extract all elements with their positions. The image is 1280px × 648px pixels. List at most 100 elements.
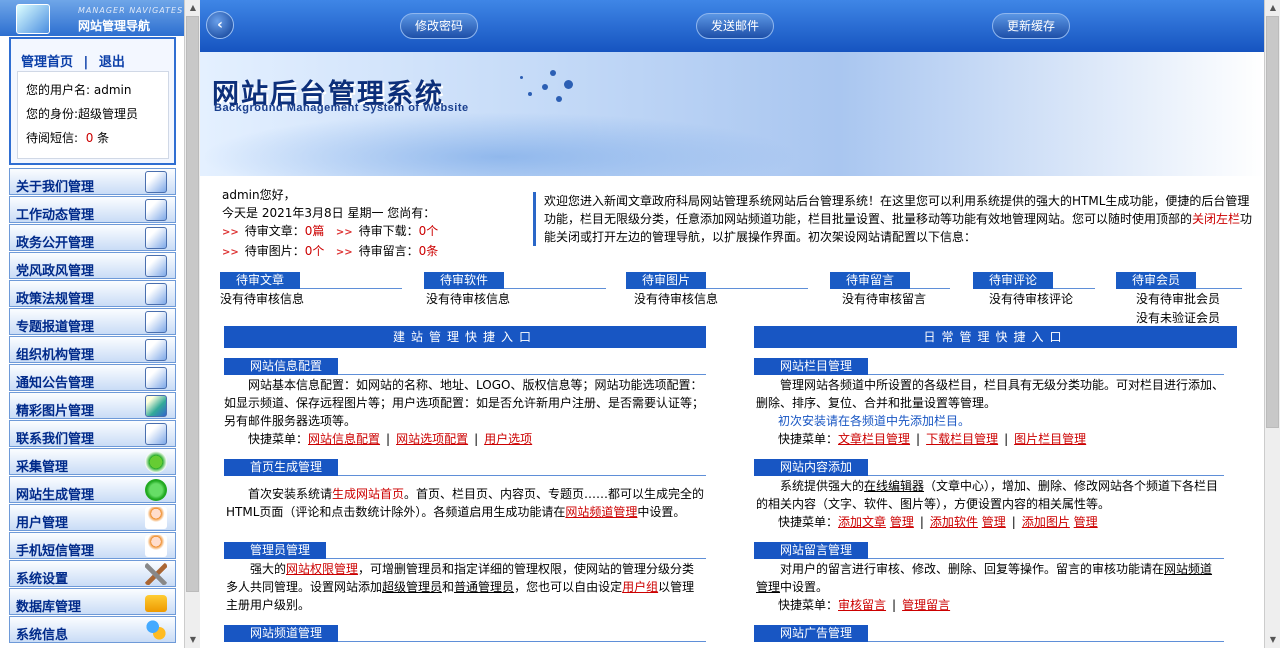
- menu-item-policy[interactable]: 政策法规管理: [9, 280, 176, 307]
- pending-tab: 待审软件: [424, 272, 505, 289]
- menu-item-party-style[interactable]: 党风政风管理: [9, 252, 176, 279]
- logout-link[interactable]: 退出: [99, 55, 125, 70]
- right-scrollbar[interactable]: ▲ ▼: [1264, 0, 1280, 648]
- scroll-down-icon[interactable]: ▼: [1265, 632, 1280, 648]
- change-password-button[interactable]: 修改密码: [400, 13, 478, 39]
- site-info-block: 网站信息配置 网站基本信息配置：如网站的名称、地址、LOGO、版权信息等；网站功…: [224, 358, 706, 448]
- scroll-thumb[interactable]: [186, 16, 199, 592]
- site-shortcuts-header: 建站管理快捷入口: [224, 326, 706, 348]
- left-scrollbar[interactable]: ▲ ▼: [184, 0, 200, 648]
- update-cache-button[interactable]: 更新缓存: [992, 13, 1070, 39]
- block-title: 首页生成管理: [224, 459, 339, 476]
- menu-item-label: 数据库管理: [16, 600, 82, 615]
- arrow-icon: >>: [335, 247, 353, 258]
- pending-text: 没有待审核信息: [426, 292, 511, 306]
- block-title: 网站信息配置: [224, 358, 339, 375]
- add-software-link[interactable]: 添加软件: [930, 515, 978, 529]
- pending-tab: 待审文章: [220, 272, 301, 289]
- menu-item-special[interactable]: 专题报道管理: [9, 308, 176, 335]
- desc-text: 和: [442, 580, 455, 594]
- menu-item-label: 采集管理: [16, 460, 69, 475]
- menu-item-contact[interactable]: 联系我们管理: [9, 420, 176, 447]
- menu-item-settings[interactable]: 系统设置: [9, 560, 176, 587]
- pending-tab: 待审评论: [973, 272, 1054, 289]
- user-options-link[interactable]: 用户选项: [484, 432, 532, 446]
- menu-item-gov-affairs[interactable]: 政务公开管理: [9, 224, 176, 251]
- quick-menu: 快捷菜单：添加文章 管理 | 添加软件 管理 | 添加图片 管理: [778, 515, 1098, 529]
- block-desc: 系统提供强大的在线编辑器（文章中心），增加、删除、修改网站各个频道下各栏目的相关…: [754, 477, 1224, 513]
- banner: 网站后台管理系统 Background Management System of…: [200, 52, 1264, 176]
- gears-icon: [145, 619, 167, 641]
- desc-text: 首次安装系统请: [248, 487, 333, 501]
- desc-text: 强大的: [250, 562, 287, 576]
- site-info-config-link[interactable]: 网站信息配置: [308, 432, 380, 446]
- pending-members: 待审会员 没有待审批会员 没有未验证会员: [1116, 272, 1242, 332]
- pending-text: 没有待审核留言: [842, 292, 927, 306]
- menu-item-users[interactable]: 用户管理: [9, 504, 176, 531]
- quick-menu: 快捷菜单：网站信息配置 | 网站选项配置 | 用户选项: [248, 432, 533, 446]
- block-title: 网站内容添加: [754, 459, 869, 476]
- add-article-link[interactable]: 添加文章: [838, 515, 886, 529]
- block-desc: 对用户的留言进行审核、修改、删除、回复等操作。留言的审核功能请在网站频道管理中设…: [754, 560, 1224, 596]
- pending-tab: 待审留言: [830, 272, 911, 289]
- site-options-link[interactable]: 网站选项配置: [396, 432, 468, 446]
- note-edit-icon: [145, 199, 167, 221]
- scroll-up-icon[interactable]: ▲: [185, 0, 201, 16]
- quick-menu-label: 快捷菜单：: [778, 432, 839, 446]
- menu-item-label: 政策法规管理: [16, 292, 95, 307]
- menu-item-site-gen[interactable]: 网站生成管理: [9, 476, 176, 503]
- menu-item-collect[interactable]: 采集管理: [9, 448, 176, 475]
- today-line: 今天是 2021年3月8日 星期一 您尚有：: [222, 206, 436, 220]
- manage-msg-link[interactable]: 管理留言: [902, 598, 950, 612]
- column-mgmt-block: 网站栏目管理 管理网站各频道中所设置的各级栏目，栏目具有无级分类功能。可对栏目进…: [754, 358, 1224, 448]
- menu-item-sms[interactable]: 手机短信管理: [9, 532, 176, 559]
- pending-value: 0篇: [304, 224, 325, 238]
- close-left-link[interactable]: 关闭左栏: [1192, 212, 1240, 226]
- intro-part1: 欢迎您进入新闻文章政府科局网站管理系统网站后台管理系统！在这里您可以利用系统提供…: [544, 194, 1250, 226]
- user-group-link[interactable]: 用户组: [622, 580, 658, 594]
- home-link[interactable]: 管理首页: [21, 55, 73, 70]
- desc-text: 对用户的留言进行审核、修改、删除、回复等操作。留言的审核功能请在: [780, 562, 1165, 576]
- menu-item-notice[interactable]: 通知公告管理: [9, 364, 176, 391]
- menu-item-label: 手机短信管理: [16, 544, 95, 559]
- manage-article-link[interactable]: 管理: [890, 515, 914, 529]
- note-edit-icon: [145, 171, 167, 193]
- channel-mgmt-link[interactable]: 网站频道管理: [565, 505, 637, 519]
- scroll-thumb[interactable]: [1266, 16, 1279, 428]
- add-picture-link[interactable]: 添加图片: [1022, 515, 1070, 529]
- menu-item-database[interactable]: 数据库管理: [9, 588, 176, 615]
- manage-picture-link[interactable]: 管理: [1074, 515, 1098, 529]
- menu-item-sysinfo[interactable]: 系统信息: [9, 616, 176, 643]
- content-add-block: 网站内容添加 系统提供强大的在线编辑器（文章中心），增加、删除、修改网站各个频道…: [754, 459, 1224, 531]
- banner-subtitle: Background Management System of Website: [214, 102, 469, 114]
- pending-text: 没有待审核评论: [989, 292, 1074, 306]
- menu-item-about[interactable]: 关于我们管理: [9, 168, 176, 195]
- permission-mgmt-link[interactable]: 网站权限管理: [286, 562, 358, 576]
- menu-item-label: 党风政风管理: [16, 264, 95, 279]
- collapse-left-button[interactable]: ‹: [206, 11, 234, 39]
- pending-software: 待审软件 没有待审核信息: [424, 272, 606, 322]
- download-column-link[interactable]: 下载栏目管理: [926, 432, 998, 446]
- article-column-link[interactable]: 文章栏目管理: [838, 432, 910, 446]
- picture-icon: [145, 395, 167, 417]
- gen-home-link[interactable]: 生成网站首页: [332, 487, 404, 501]
- note-edit-icon: [145, 227, 167, 249]
- scroll-up-icon[interactable]: ▲: [1265, 0, 1280, 16]
- pending-label: 待审文章：: [244, 224, 305, 238]
- menu-item-pictures[interactable]: 精彩图片管理: [9, 392, 176, 419]
- block-note: 初次安装请在各频道中先添加栏目。: [778, 414, 971, 428]
- menu-item-label: 政务公开管理: [16, 236, 95, 251]
- scroll-down-icon[interactable]: ▼: [185, 632, 201, 648]
- menu-item-work-news[interactable]: 工作动态管理: [9, 196, 176, 223]
- role-label: 您的身份:: [26, 107, 79, 121]
- sms-unit: 条: [97, 131, 110, 145]
- channel-mgmt-block: 网站频道管理: [224, 625, 706, 643]
- send-mail-button[interactable]: 发送邮件: [696, 13, 774, 39]
- menu-item-org[interactable]: 组织机构管理: [9, 336, 176, 363]
- picture-column-link[interactable]: 图片栏目管理: [1014, 432, 1086, 446]
- review-msg-link[interactable]: 审核留言: [838, 598, 886, 612]
- daily-shortcuts-header: 日常管理快捷入口: [754, 326, 1237, 348]
- nav-logo-cn: 网站管理导航: [78, 19, 151, 33]
- block-desc: 首次安装系统请生成网站首页。首页、栏目页、内容页、专题页……都可以生成完全的HT…: [224, 477, 706, 521]
- manage-software-link[interactable]: 管理: [982, 515, 1006, 529]
